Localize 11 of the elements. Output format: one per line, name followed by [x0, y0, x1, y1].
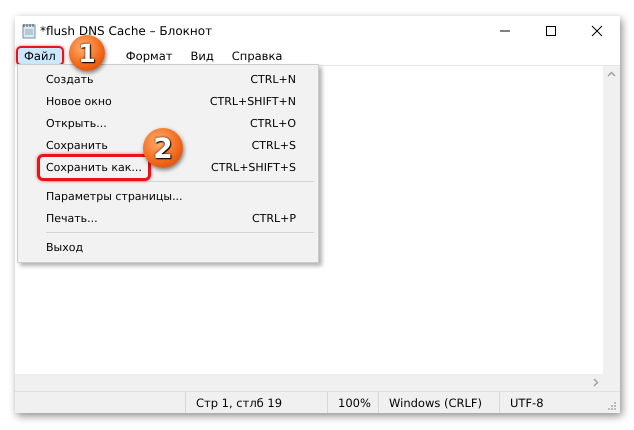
window-title: *flush DNS Cache – Блокнот	[40, 24, 214, 38]
status-text: Windows (CRLF)	[379, 392, 500, 413]
shortcut-text: CTRL+SHIFT+S	[211, 160, 296, 174]
shortcut-text: CTRL+O	[250, 116, 296, 130]
status-text: UTF-8	[509, 394, 545, 412]
shortcut-text: CTRL+S	[252, 138, 296, 152]
status-text: Стр 1, стлб 19	[186, 392, 328, 413]
shortcut-text: CTRL+SHIFT+N	[210, 94, 296, 108]
shortcut-text: CTRL+P	[252, 212, 296, 224]
status-text: 100%	[328, 392, 379, 413]
shortcut-text: CTRL+N	[250, 72, 296, 86]
